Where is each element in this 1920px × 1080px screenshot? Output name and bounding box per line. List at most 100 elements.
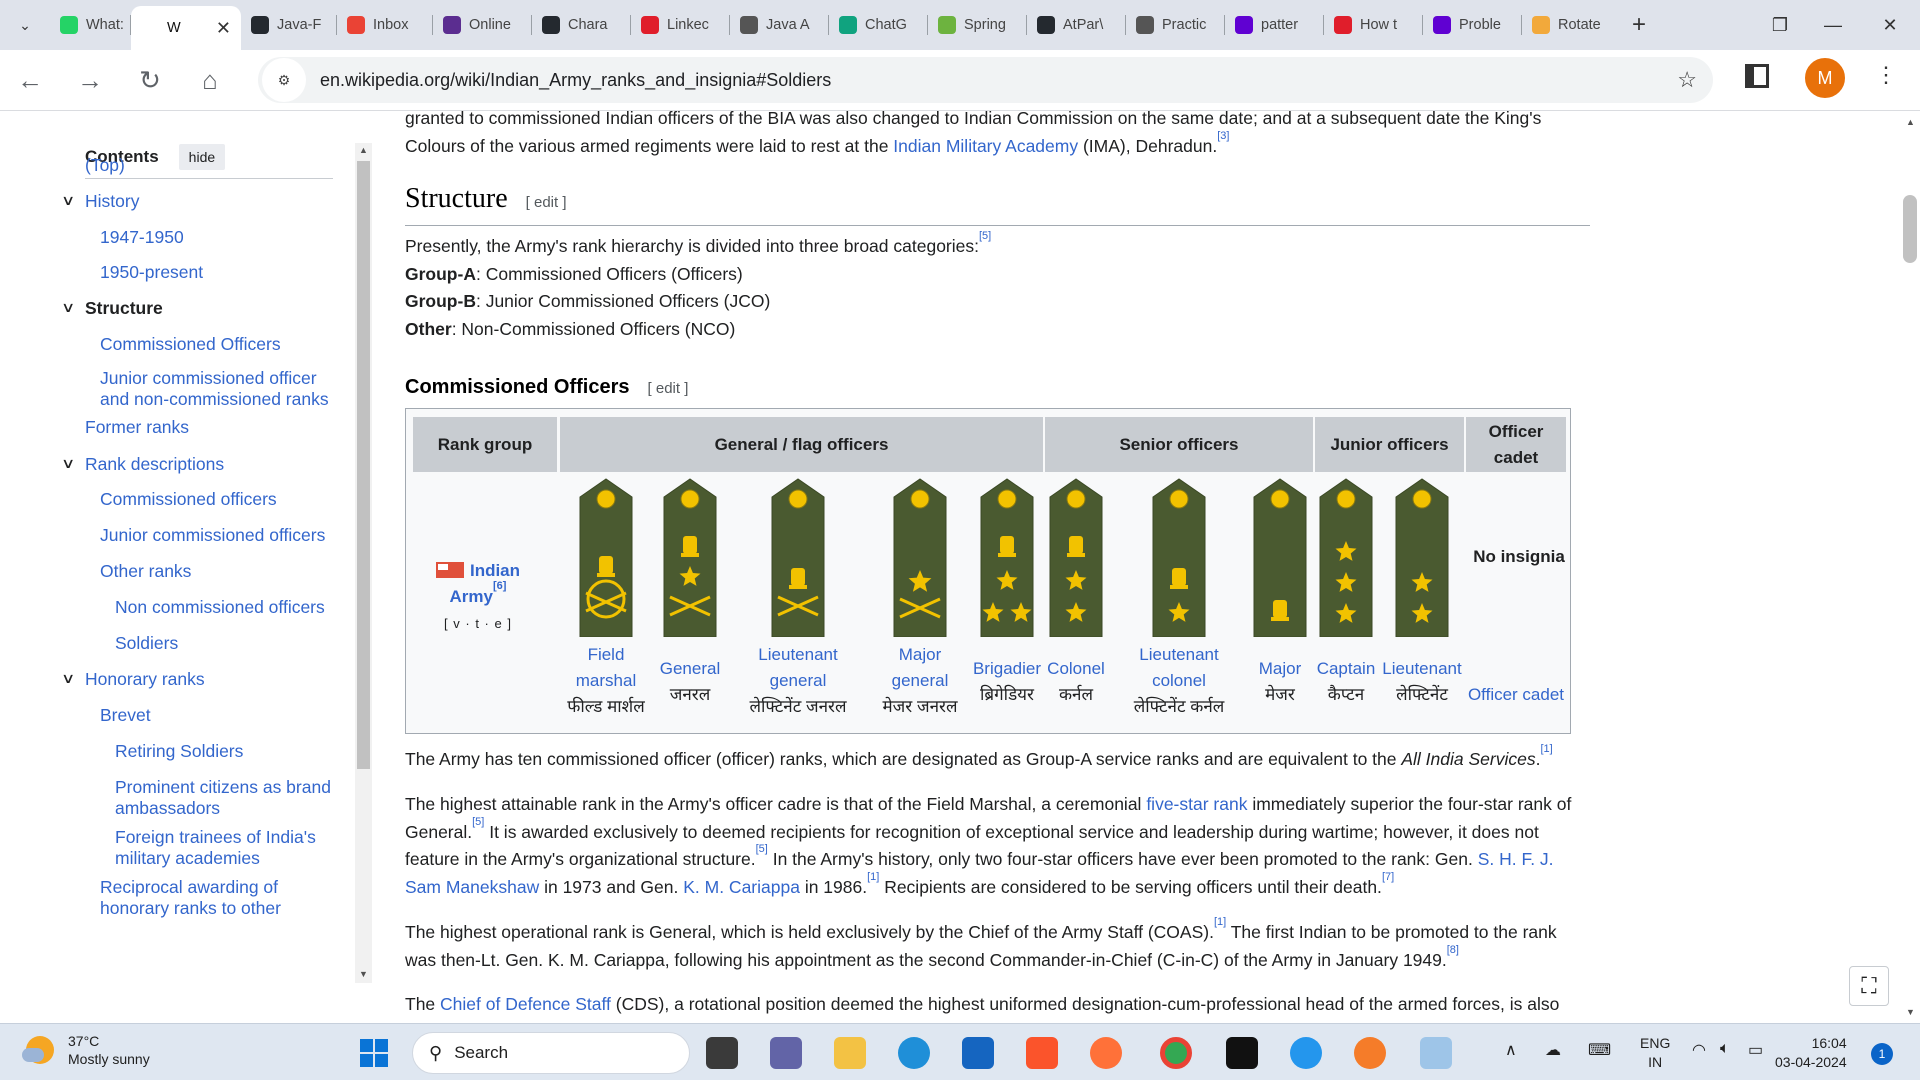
forward-button[interactable]: → <box>66 56 114 104</box>
toc-scrollbar[interactable]: ▲ ▼ <box>355 143 372 983</box>
cariappa-link[interactable]: K. M. Cariappa <box>683 877 800 897</box>
rank-link[interactable]: Brigadier <box>973 659 1041 678</box>
five-star-link[interactable]: five-star rank <box>1146 794 1247 814</box>
brave-icon[interactable] <box>1026 1037 1058 1069</box>
browser-tab[interactable]: How t <box>1324 5 1422 45</box>
chevron-down-icon[interactable]: ∨ <box>61 299 75 316</box>
ref-link[interactable]: [5] <box>979 230 991 242</box>
store-icon[interactable] <box>962 1037 994 1069</box>
rank-insignia[interactable] <box>576 477 634 638</box>
rank-link[interactable]: Major general <box>892 645 949 690</box>
browser-tab[interactable]: Inbox <box>337 5 432 45</box>
rank-insignia[interactable] <box>1250 477 1308 638</box>
toc-item[interactable]: Junior commissioned officers <box>100 525 335 546</box>
browser-tab[interactable]: Chara <box>532 5 630 45</box>
toc-item[interactable]: Prominent citizens as brand ambassadors <box>115 777 335 819</box>
browser-tab[interactable]: Practic <box>1126 5 1224 45</box>
windows-start-icon[interactable] <box>360 1039 388 1067</box>
rank-insignia[interactable] <box>977 477 1035 638</box>
rank-insignia[interactable] <box>1316 477 1374 638</box>
battery-icon[interactable]: ▭ <box>1748 1040 1763 1060</box>
toc-item[interactable]: Soldiers <box>115 633 335 654</box>
close-tab-icon[interactable]: ✕ <box>216 18 231 39</box>
browser-tab[interactable]: Spring <box>928 5 1026 45</box>
rank-insignia[interactable] <box>660 477 718 638</box>
maximize-button[interactable]: ❐ <box>1750 0 1810 50</box>
postman-icon[interactable] <box>1354 1037 1386 1069</box>
toc-item[interactable]: Retiring Soldiers <box>115 741 335 762</box>
edit-link[interactable]: [ edit ] <box>526 194 567 211</box>
scroll-up-icon[interactable]: ▲ <box>1906 117 1915 127</box>
chevron-down-icon[interactable]: ∨ <box>61 192 75 209</box>
scroll-thumb[interactable] <box>1903 195 1917 263</box>
ref-link[interactable]: [5] <box>472 816 484 828</box>
browser-tab[interactable]: patter <box>1225 5 1323 45</box>
new-tab-button[interactable]: + <box>1632 11 1646 39</box>
home-button[interactable]: ⌂ <box>186 56 234 104</box>
volume-icon[interactable]: 🔈︎ <box>1720 1040 1730 1058</box>
toc-item[interactable]: Brevet <box>100 705 335 726</box>
toc-item[interactable]: 1947-1950 <box>100 227 335 248</box>
language-indicator[interactable]: ENG IN <box>1640 1034 1670 1072</box>
rank-link[interactable]: Field marshal <box>576 645 636 690</box>
back-button[interactable]: ← <box>6 56 54 104</box>
rank-link[interactable]: General <box>660 659 720 678</box>
toc-item[interactable]: Non commissioned officers <box>115 597 335 618</box>
browser-tab[interactable]: What: <box>50 5 130 45</box>
clock[interactable]: 16:04 03-04-2024 <box>1775 1034 1847 1072</box>
rank-insignia[interactable] <box>1046 477 1104 638</box>
toc-item[interactable]: Structure <box>85 298 335 319</box>
task-view-icon[interactable] <box>706 1037 738 1069</box>
docker-icon[interactable] <box>1290 1037 1322 1069</box>
rank-insignia[interactable] <box>1149 477 1207 638</box>
browser-tab[interactable]: Online <box>433 5 531 45</box>
toc-item[interactable]: Honorary ranks <box>85 669 335 690</box>
taskbar-search[interactable]: ⚲ Search <box>412 1032 690 1074</box>
page-scrollbar[interactable]: ▲ ▼ <box>1900 111 1920 1023</box>
tab-search-button[interactable]: ⌄ <box>6 8 44 42</box>
file-explorer-icon[interactable] <box>834 1037 866 1069</box>
ref-link[interactable]: [7] <box>1382 871 1394 883</box>
toc-item[interactable]: Other ranks <box>100 561 335 582</box>
wifi-icon[interactable]: ◠ <box>1692 1040 1706 1060</box>
toc-item[interactable]: (Top) <box>85 155 335 176</box>
side-panel-icon[interactable] <box>1745 64 1769 88</box>
browser-tab[interactable]: W ✕ <box>131 6 241 50</box>
reload-button[interactable]: ↻ <box>126 56 174 104</box>
menu-kebab-icon[interactable]: ⋮ <box>1875 62 1897 88</box>
scroll-down-icon[interactable]: ▼ <box>1906 1007 1915 1017</box>
browser-tab[interactable]: Linkec <box>631 5 729 45</box>
ref-link[interactable]: [1] <box>1540 743 1552 755</box>
toc-item[interactable]: History <box>85 191 335 212</box>
app-icon[interactable] <box>1420 1037 1452 1069</box>
rank-link[interactable]: Lieutenant general <box>758 645 837 690</box>
fullscreen-button[interactable]: ⛶ <box>1849 966 1889 1006</box>
toc-item[interactable]: 1950-present <box>100 262 335 283</box>
chevron-down-icon[interactable]: ∨ <box>61 670 75 687</box>
edge-icon[interactable] <box>898 1037 930 1069</box>
ref-link[interactable]: [6] <box>493 580 506 592</box>
ref-link[interactable]: [1] <box>867 871 879 883</box>
browser-tab[interactable]: AtPar\ <box>1027 5 1125 45</box>
rank-link[interactable]: Captain <box>1317 659 1376 678</box>
site-info-button[interactable]: ⚙ <box>262 58 306 102</box>
omnibox[interactable]: ⚙ en.wikipedia.org/wiki/Indian_Army_rank… <box>258 57 1713 103</box>
edit-link[interactable]: [ edit ] <box>648 380 689 397</box>
vte-links[interactable]: [ v · t · e ] <box>444 616 512 631</box>
toc-item[interactable]: Foreign trainees of India's military aca… <box>115 827 335 869</box>
browser-tab[interactable]: Rotate <box>1522 5 1620 45</box>
browser-tab[interactable]: Java A <box>730 5 828 45</box>
ima-link[interactable]: Indian Military Academy <box>893 136 1078 156</box>
bookmark-star-icon[interactable]: ☆ <box>1677 67 1697 93</box>
rank-link[interactable]: Major <box>1259 659 1302 678</box>
ref-link[interactable]: [5] <box>756 843 768 855</box>
rank-insignia[interactable] <box>1392 477 1450 638</box>
weather-widget[interactable]: 37°C Mostly sunny <box>22 1032 150 1068</box>
toc-item[interactable]: Former ranks <box>85 417 335 438</box>
intellij-icon[interactable] <box>1226 1037 1258 1069</box>
firefox-icon[interactable] <box>1090 1037 1122 1069</box>
toc-item[interactable]: Commissioned officers <box>100 489 335 510</box>
scroll-down-icon[interactable]: ▼ <box>359 969 368 979</box>
notification-badge[interactable]: 1 <box>1871 1043 1893 1065</box>
toc-item[interactable]: Rank descriptions <box>85 454 335 475</box>
